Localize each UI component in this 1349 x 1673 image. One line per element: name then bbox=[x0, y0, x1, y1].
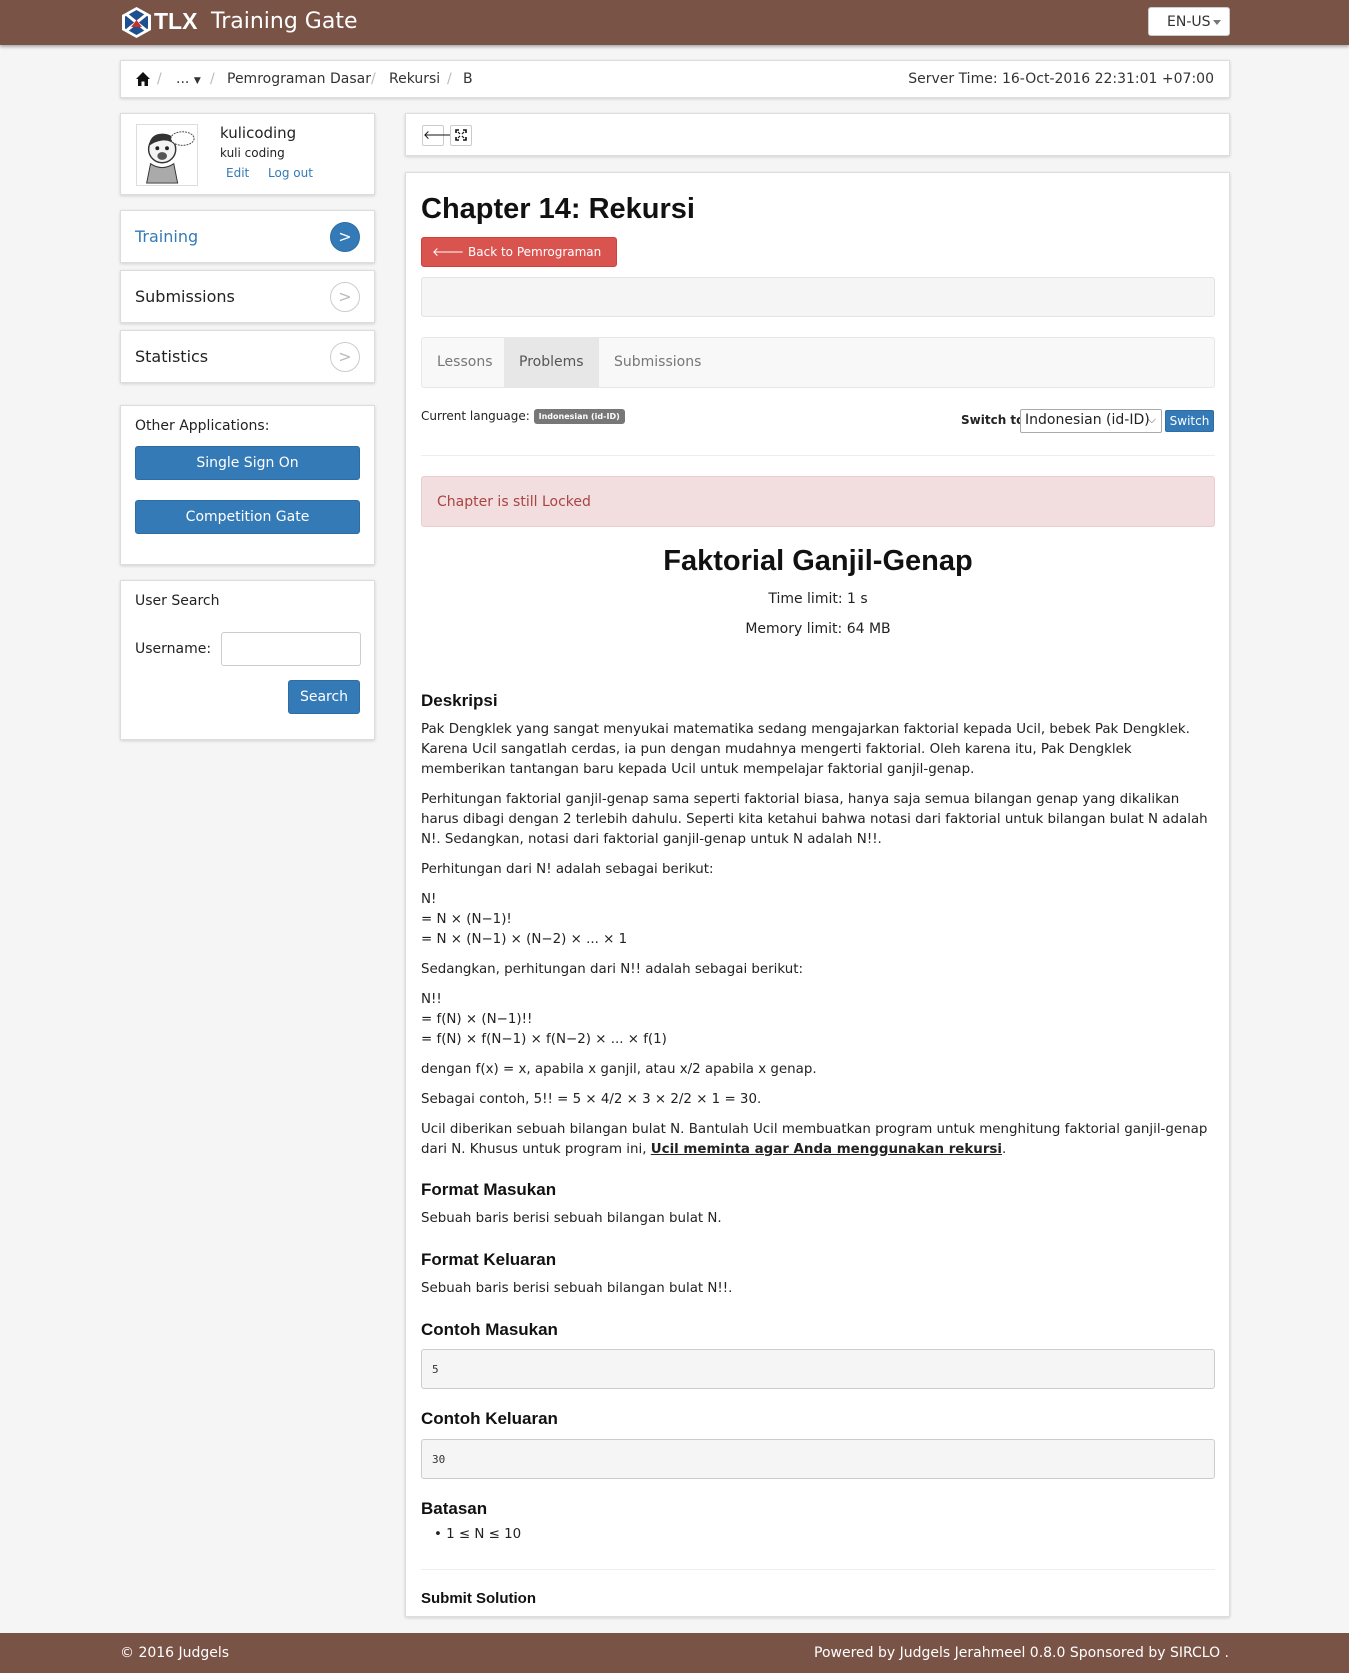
input-format-text: Sebuah baris berisi sebuah bilangan bula… bbox=[421, 1211, 722, 1226]
submit-solution-heading: Submit Solution bbox=[421, 1590, 536, 1607]
constraints-heading: Batasan bbox=[421, 1499, 488, 1518]
tab-lessons[interactable]: Lessons bbox=[422, 338, 508, 387]
switch-language-button[interactable]: Switch bbox=[1165, 410, 1214, 432]
recursion-requirement: Ucil meminta agar Anda menggunakan rekur… bbox=[650, 1142, 1002, 1157]
sidebar-item-statistics[interactable]: Statistics > bbox=[120, 330, 375, 383]
sidebar-item-label: Submissions bbox=[135, 287, 235, 306]
breadcrumb-separator: / bbox=[210, 71, 215, 87]
user-search-title: User Search bbox=[135, 593, 220, 609]
breadcrumb-separator: / bbox=[447, 71, 452, 87]
main-content: Chapter 14: Rekursi 🡐 Back to Pemrograma… bbox=[405, 172, 1230, 1617]
powered-by[interactable]: Powered by Judgels Jerahmeel 0.8.0 Spons… bbox=[814, 1645, 1229, 1661]
constraint-item: • 1 ≤ N ≤ 10 bbox=[434, 1527, 522, 1542]
formula-line: N!! bbox=[421, 992, 442, 1007]
output-format-heading: Format Keluaran bbox=[421, 1250, 557, 1269]
tab-problems[interactable]: Problems bbox=[504, 338, 599, 387]
logout-link[interactable]: Log out bbox=[268, 166, 313, 180]
description-paragraph: Sebagai contoh, 5!! = 5 × 4/2 × 3 × 2/2 … bbox=[421, 1092, 762, 1107]
breadcrumb-separator: / bbox=[157, 71, 162, 87]
chevron-right-icon: > bbox=[330, 282, 360, 312]
chapter-tabs: Lessons Problems Submissions bbox=[421, 337, 1215, 388]
breadcrumb: / ... ▼ / Pemrograman Dasar / Rekursi / … bbox=[120, 60, 1230, 98]
avatar[interactable] bbox=[136, 124, 198, 186]
sample-input-heading: Contoh Masukan bbox=[421, 1320, 558, 1339]
tab-submissions[interactable]: Submissions bbox=[599, 338, 716, 387]
sidebar-item-label: Statistics bbox=[135, 347, 209, 366]
chevron-right-icon: > bbox=[330, 342, 360, 372]
divider bbox=[421, 1569, 1215, 1570]
footer: © 2016 Judgels Powered by Judgels Jerahm… bbox=[0, 1633, 1349, 1673]
content-toolbar: 🡐 bbox=[405, 113, 1230, 156]
home-icon[interactable] bbox=[135, 71, 151, 87]
current-language-label: Current language: bbox=[421, 409, 530, 423]
formula-line: = N × (N−1)! bbox=[421, 912, 512, 927]
search-button[interactable]: Search bbox=[288, 680, 360, 714]
memory-limit: Memory limit: 64 MB bbox=[745, 621, 891, 637]
back-to-course-button[interactable]: 🡐 Back to Pemrograman Dasar bbox=[421, 237, 617, 287]
fullscreen-icon[interactable] bbox=[450, 125, 472, 146]
user-full-name: kuli coding bbox=[220, 146, 285, 160]
server-time: Server Time: 16-Oct-2016 22:31:01 +07:00 bbox=[908, 71, 1214, 87]
arrow-left-icon: 🡐 bbox=[432, 245, 465, 259]
caret-down-icon bbox=[1213, 20, 1221, 25]
user-card: kulicoding kuli coding Edit Log out bbox=[120, 113, 375, 195]
language-label: EN-US bbox=[1167, 14, 1211, 30]
description-paragraph: dengan f(x) = x, apabila x ganjil, atau … bbox=[421, 1062, 817, 1077]
time-limit: Time limit: 1 s bbox=[768, 591, 868, 607]
brand-short[interactable]: TLX bbox=[154, 8, 197, 35]
tlx-logo-icon[interactable] bbox=[120, 6, 153, 39]
input-format-heading: Format Masukan bbox=[421, 1180, 557, 1199]
description-paragraph: Perhitungan dari N! adalah sebagai berik… bbox=[421, 862, 714, 877]
sample-output-block[interactable]: 30 bbox=[421, 1439, 1215, 1479]
copyright: © 2016 Judgels bbox=[120, 1645, 230, 1661]
description-paragraph: Ucil diberikan sebuah bilangan bulat N. … bbox=[421, 1122, 1208, 1157]
other-applications-title: Other Applications: bbox=[135, 418, 270, 434]
username-label: Username: bbox=[135, 641, 212, 657]
edit-profile-link[interactable]: Edit bbox=[226, 166, 249, 180]
breadcrumb-item-current: B bbox=[463, 71, 473, 87]
current-language-badge: Indonesian (id-ID) bbox=[533, 409, 625, 424]
description-paragraph: Perhitungan faktorial ganjil-genap sama … bbox=[421, 792, 1208, 847]
username-search-input[interactable] bbox=[221, 632, 361, 666]
chevron-down-icon: ⌵ bbox=[1147, 413, 1156, 426]
problem-title: Faktorial Ganjil-Genap bbox=[663, 545, 973, 577]
breadcrumb-item[interactable]: Rekursi bbox=[389, 71, 440, 87]
chevron-right-icon: > bbox=[330, 222, 360, 252]
username[interactable]: kulicoding bbox=[220, 124, 296, 142]
divider bbox=[421, 455, 1215, 456]
sample-output-heading: Contoh Keluaran bbox=[421, 1409, 558, 1428]
breadcrumb-separator: / bbox=[371, 71, 376, 87]
language-dropdown[interactable]: EN-US bbox=[1148, 7, 1230, 36]
description-paragraph: Pak Dengklek yang sangat menyukai matema… bbox=[421, 722, 1190, 777]
formula-line: = f(N) × f(N−1) × f(N−2) × ... × f(1) bbox=[421, 1032, 667, 1047]
formula-line: N! bbox=[421, 892, 437, 907]
switch-language-label: Switch to bbox=[961, 413, 1025, 427]
user-search-panel: User Search Username: Search bbox=[120, 580, 375, 740]
sidebar-item-label: Training bbox=[135, 227, 199, 246]
single-sign-on-button[interactable]: Single Sign On bbox=[135, 446, 360, 480]
chapter-description-well bbox=[421, 277, 1215, 317]
formula-line: = N × (N−1) × (N−2) × ... × 1 bbox=[421, 932, 628, 947]
description-heading: Deskripsi bbox=[421, 691, 498, 710]
locked-alert: Chapter is still Locked bbox=[421, 476, 1215, 527]
sidebar-item-training[interactable]: Training > bbox=[120, 210, 375, 263]
chapter-title: Chapter 14: Rekursi bbox=[421, 193, 695, 225]
competition-gate-button[interactable]: Competition Gate bbox=[135, 500, 360, 534]
current-language: Current language: Indonesian (id-ID) bbox=[421, 409, 625, 424]
output-format-text: Sebuah baris berisi sebuah bilangan bula… bbox=[421, 1281, 733, 1296]
back-arrow-icon[interactable]: 🡐 bbox=[422, 125, 455, 146]
breadcrumb-ellipsis-dropdown[interactable]: ... ▼ bbox=[176, 71, 201, 87]
top-navbar: TLX Training Gate EN-US bbox=[0, 0, 1349, 45]
sample-input-block[interactable]: 5 bbox=[421, 1349, 1215, 1389]
formula-line: = f(N) × (N−1)!! bbox=[421, 1012, 533, 1027]
language-select[interactable]: Indonesian (id-ID) ⌵ bbox=[1020, 409, 1162, 433]
breadcrumb-item[interactable]: Pemrograman Dasar bbox=[227, 71, 371, 87]
description-paragraph: Sedangkan, perhitungan dari N!! adalah s… bbox=[421, 962, 803, 977]
language-select-value: Indonesian (id-ID) bbox=[1025, 412, 1150, 428]
brand-name[interactable]: Training Gate bbox=[211, 9, 358, 34]
other-applications-panel: Other Applications: Single Sign On Compe… bbox=[120, 405, 375, 565]
sidebar-item-submissions[interactable]: Submissions > bbox=[120, 270, 375, 323]
